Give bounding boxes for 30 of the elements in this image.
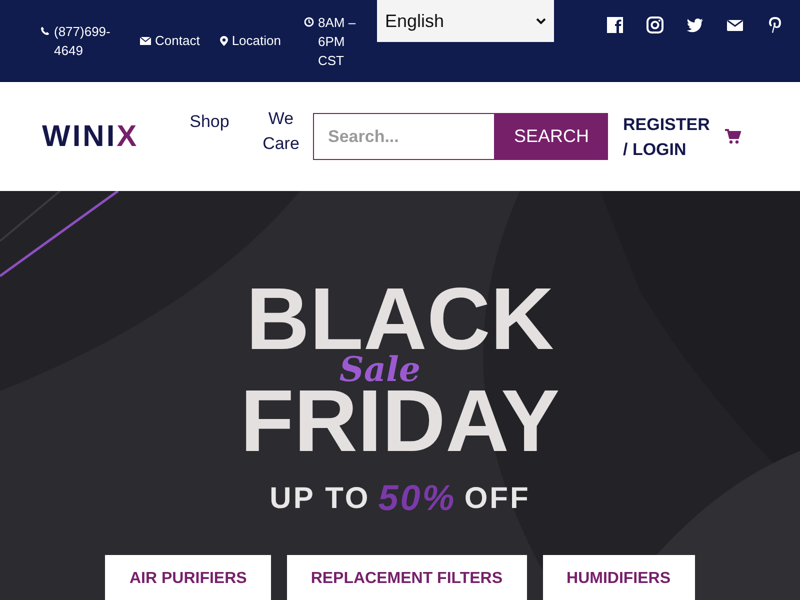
category-button[interactable]: AIR PURIFIERS	[105, 555, 271, 600]
nav-link[interactable]: Shop	[182, 109, 237, 134]
sale-script-text: Sale	[339, 355, 421, 385]
cart-icon[interactable]	[725, 129, 741, 144]
offer-amount: 50%	[378, 476, 456, 520]
phone-number[interactable]: (877)699-4649	[54, 22, 120, 60]
offer-text: OFF	[464, 480, 530, 516]
chevron-down-icon	[536, 18, 546, 24]
nav-link[interactable]: We Care	[261, 106, 301, 156]
clock-icon	[304, 17, 314, 27]
map-pin-icon	[220, 36, 228, 46]
location-link[interactable]: Location	[232, 30, 281, 50]
instagram-icon[interactable]	[646, 16, 664, 34]
search-field[interactable]: Search...	[313, 113, 495, 160]
category-button[interactable]: HUMIDIFIERS	[542, 555, 695, 600]
twitter-icon[interactable]	[686, 16, 704, 34]
contact-link[interactable]: Contact	[155, 30, 200, 50]
search-button[interactable]: SEARCH	[495, 113, 608, 160]
business-hours: 8AM – 6PM CST	[318, 14, 357, 70]
category-button[interactable]: REPLACEMENT FILTERS	[286, 555, 527, 600]
phone-icon	[40, 26, 50, 36]
headline-text: FRIDAY	[240, 385, 560, 457]
language-select[interactable]: English	[377, 0, 554, 42]
pinterest-icon[interactable]	[766, 16, 784, 34]
envelope-icon	[140, 36, 151, 44]
headline-text: BLACK	[246, 283, 554, 355]
offer-text: UP TO	[270, 480, 370, 516]
winix-logo[interactable]: WINIX	[42, 114, 182, 159]
facebook-icon[interactable]	[606, 16, 624, 34]
register-login-link[interactable]: REGISTER / LOGIN	[623, 112, 707, 162]
